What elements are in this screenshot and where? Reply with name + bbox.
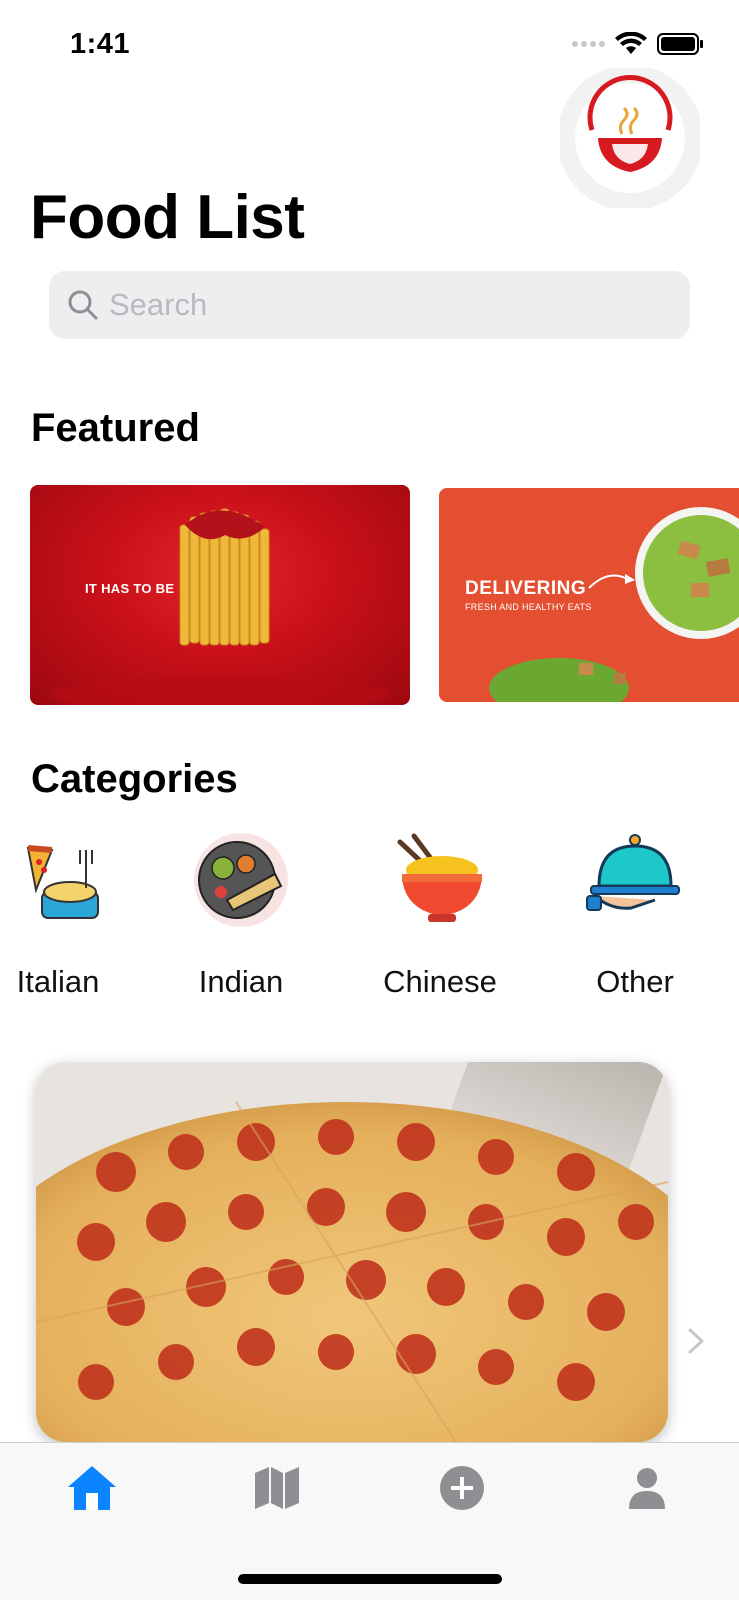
- chevron-right-icon[interactable]: [686, 1326, 706, 1356]
- pepperoni-toppings: [36, 1101, 668, 1442]
- category-label: Italian: [16, 964, 100, 999]
- status-time: 1:41: [70, 28, 131, 60]
- category-label: Other: [596, 964, 674, 999]
- page-title: Food List: [30, 183, 305, 252]
- indian-food-icon: [194, 833, 288, 927]
- person-icon: [629, 1468, 665, 1509]
- battery-icon: [657, 33, 703, 55]
- app-logo: [557, 65, 703, 211]
- status-icons: [571, 32, 703, 56]
- chinese-noodles-icon: [397, 833, 482, 922]
- tab-add[interactable]: [432, 1458, 492, 1518]
- food-card[interactable]: [36, 1062, 668, 1442]
- salad-bowl-image: [489, 507, 739, 702]
- search-bar[interactable]: [49, 271, 690, 339]
- home-indicator[interactable]: [238, 1574, 502, 1584]
- search-icon: [68, 290, 98, 320]
- category-label: Indian: [198, 964, 284, 999]
- category-italian[interactable]: Italian: [0, 830, 143, 1000]
- search-input[interactable]: [109, 287, 669, 323]
- plus-circle-icon: [440, 1466, 484, 1510]
- category-chinese[interactable]: Chinese: [355, 830, 525, 1000]
- italian-food-icon: [26, 845, 99, 919]
- tab-profile[interactable]: [617, 1458, 677, 1518]
- category-other[interactable]: Other: [550, 830, 720, 1000]
- featured-section-title: Featured: [31, 406, 200, 450]
- cellular-signal-icon: [572, 41, 605, 47]
- map-icon: [255, 1467, 299, 1509]
- categories-section-title: Categories: [31, 757, 238, 801]
- featured-card-salad[interactable]: DELIVERING FRESH AND HEALTHY EATS: [439, 488, 739, 702]
- featured-card-fries[interactable]: IT HAS TO BE: [30, 485, 410, 705]
- tab-map[interactable]: [247, 1458, 307, 1518]
- tab-home[interactable]: [62, 1458, 122, 1518]
- category-label: Chinese: [383, 964, 497, 999]
- category-indian[interactable]: Indian: [156, 830, 326, 1000]
- fries-image: [50, 508, 390, 705]
- serving-cloche-icon: [586, 834, 680, 911]
- wifi-icon: [615, 32, 647, 54]
- home-icon: [68, 1466, 116, 1510]
- noodle-bowl-logo-icon: [557, 65, 703, 211]
